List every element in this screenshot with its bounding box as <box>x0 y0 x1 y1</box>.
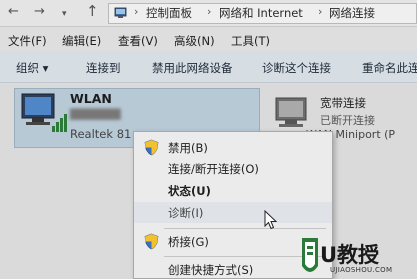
connect-to-button[interactable]: 连接到 <box>86 60 121 76</box>
menu-item-label: 桥接(G) <box>168 235 209 249</box>
wlan-name: WLAN <box>70 91 112 106</box>
menu-item-connect-disconnect[interactable]: 连接/断开连接(O) <box>134 158 332 179</box>
menu-tools[interactable]: 工具(T) <box>231 33 270 49</box>
menu-item-label: 连接/断开连接(O) <box>168 162 259 176</box>
menu-item-label: 状态(U) <box>168 184 211 198</box>
watermark-brand: U教授 <box>320 243 380 267</box>
menu-item-label: 禁用(B) <box>168 141 208 155</box>
forward-icon[interactable]: → <box>34 4 45 19</box>
back-icon[interactable]: ← <box>8 4 19 19</box>
organize-button[interactable]: 组织 ▾ <box>16 60 48 76</box>
control-panel-icon <box>114 7 127 18</box>
up-icon[interactable]: ↑ <box>86 2 99 20</box>
menu-advanced[interactable]: 高级(N) <box>174 33 215 49</box>
broadband-status: 已断开连接 <box>320 114 375 127</box>
menu-edit[interactable]: 编辑(E) <box>62 33 101 49</box>
history-dropdown-icon[interactable]: ▾ <box>62 9 67 19</box>
menu-item-diagnose[interactable]: 诊断(I) <box>134 202 332 223</box>
breadcrumb-separator[interactable]: › <box>207 5 211 18</box>
rename-button[interactable]: 重命名此连 <box>362 60 417 76</box>
diagnose-button[interactable]: 诊断这个连接 <box>262 60 331 76</box>
disable-device-button[interactable]: 禁用此网络设备 <box>152 60 233 76</box>
menu-item-status[interactable]: 状态(U) <box>134 180 332 201</box>
wlan-network-blurred: ▇▇▇▇▇▇ <box>70 107 121 120</box>
wireless-adapter-icon <box>21 93 67 132</box>
breadcrumb-network-internet[interactable]: 网络和 Internet <box>219 5 303 21</box>
shield-icon <box>144 139 159 156</box>
wlan-device: Realtek 81 <box>70 127 132 141</box>
menu-view[interactable]: 查看(V) <box>118 33 158 49</box>
menu-separator <box>164 228 326 229</box>
shield-icon <box>144 233 159 250</box>
menu-item-label: 创建快捷方式(S) <box>168 263 254 277</box>
breadcrumb-control-panel[interactable]: 控制面板 <box>146 5 192 21</box>
broadband-name: 宽带连接 <box>320 96 366 110</box>
mouse-cursor-icon <box>264 210 278 230</box>
watermark-url: UJIAOSHOU.COM <box>330 266 393 274</box>
menu-item-disable[interactable]: 禁用(B) <box>134 137 332 158</box>
menu-item-label: 诊断(I) <box>168 206 204 220</box>
breadcrumb-separator[interactable]: › <box>134 5 138 18</box>
breadcrumb-separator[interactable]: › <box>318 5 322 18</box>
breadcrumb-network-connections[interactable]: 网络连接 <box>329 5 375 21</box>
menu-file[interactable]: 文件(F) <box>8 33 47 49</box>
